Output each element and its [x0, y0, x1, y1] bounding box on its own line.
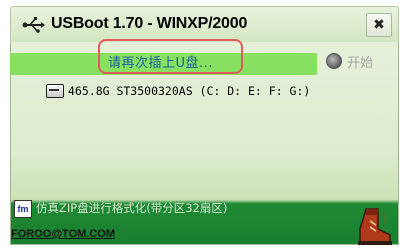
disk-item[interactable]: 465.8G ST3500320AS (C: D: E: F: G:) — [46, 84, 310, 98]
hard-disk-icon — [46, 84, 64, 98]
usb-plug-icon — [22, 17, 45, 33]
window-title: USBoot 1.70 - WINXP/2000 — [51, 15, 248, 32]
close-icon: ✖ — [373, 17, 385, 33]
status-highlight-box — [98, 39, 243, 74]
disk-label: 465.8G ST3500320AS (C: D: E: F: G:) — [68, 84, 311, 98]
start-radio-icon — [326, 53, 342, 69]
start-label: 开始 — [347, 55, 374, 71]
boot-icon[interactable] — [352, 205, 396, 247]
author-email-link[interactable]: FOROO@TOM.COM — [11, 228, 115, 240]
fm-logo-icon: fm — [14, 200, 32, 218]
format-option[interactable]: 仿真ZIP盘进行格式化(带分区32扇区) — [36, 200, 227, 216]
close-button[interactable]: ✖ — [366, 13, 392, 37]
usboot-window: USBoot 1.70 - WINXP/2000 ✖ 请再次插上U盘... 开始… — [0, 0, 410, 252]
start-button[interactable]: 开始 — [326, 50, 396, 72]
disk-list: 465.8G ST3500320AS (C: D: E: F: G:) — [16, 78, 396, 186]
